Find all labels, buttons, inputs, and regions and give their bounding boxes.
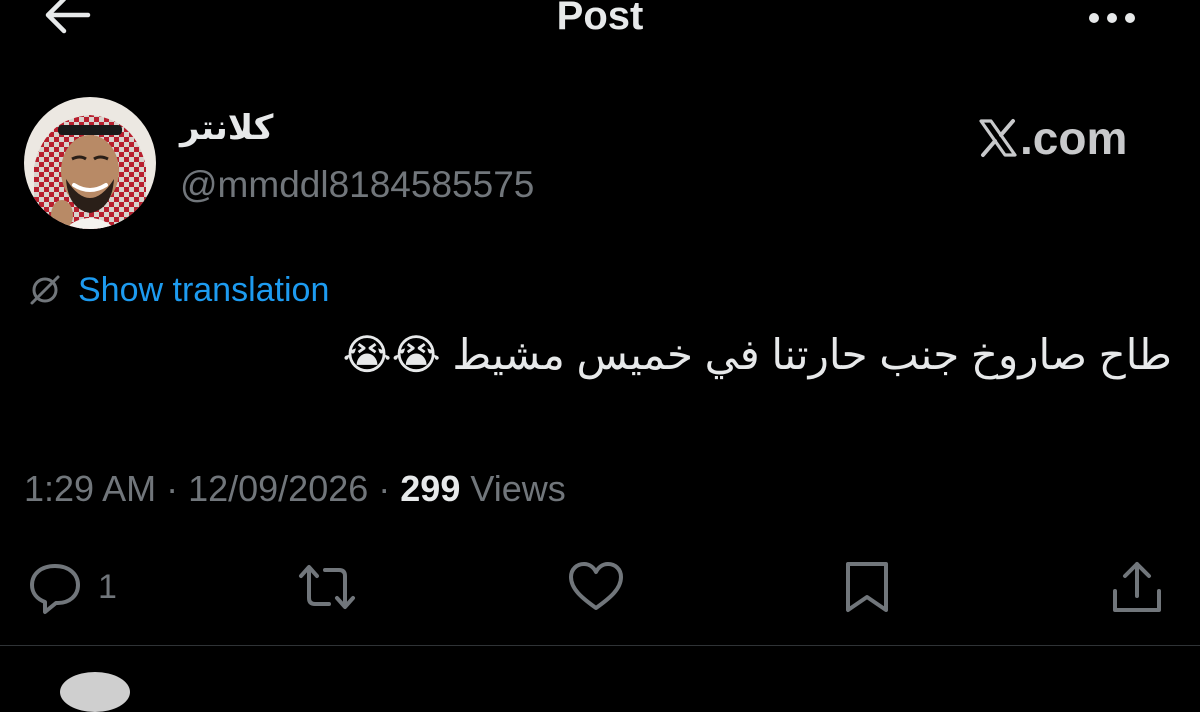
share-icon [1113,562,1161,612]
globe-slash-icon [30,275,60,305]
bookmark-icon [846,562,888,612]
translation-row: Show translation [28,268,329,312]
x-logo-icon [979,119,1017,157]
divider [0,645,1200,646]
repost-icon [299,565,355,609]
avatar[interactable] [24,97,156,229]
next-post-avatar[interactable] [60,672,130,712]
watermark-text: .com [1020,112,1128,164]
display-name[interactable]: كلانتر [180,108,300,148]
user-handle[interactable]: @mmddl8184585575 [180,164,534,206]
tweet-meta: 1:29 AM · 12/09/2026 · 299 Views [24,468,566,510]
show-translation-link[interactable]: Show translation [78,271,329,310]
views-label[interactable]: Views [460,468,565,509]
views-count[interactable]: 299 [400,468,460,509]
share-button[interactable] [1108,555,1166,619]
like-icon [569,562,623,610]
meta-separator: · [368,468,401,509]
meta-separator: · [156,468,189,509]
top-bar: Post [0,0,1200,40]
bookmark-button[interactable] [840,555,894,619]
reply-icon [30,564,80,614]
reply-button[interactable]: 1 [26,555,117,619]
tweet-text: طاح صاروخ جنب حارتنا في خميس مشيط 😭😭 [342,331,1172,378]
more-options-button[interactable] [1082,8,1142,28]
like-button[interactable] [566,555,626,619]
action-bar: 1 [0,555,1200,625]
tweet-date[interactable]: 12/09/2026 [188,468,368,509]
more-horizontal-icon [1089,13,1135,23]
repost-button[interactable] [296,555,358,619]
reply-count: 1 [98,567,117,606]
tweet-time[interactable]: 1:29 AM [24,468,156,509]
x-watermark: .com [978,112,1150,164]
page-title: Post [556,0,644,38]
avatar-photo [24,97,156,229]
